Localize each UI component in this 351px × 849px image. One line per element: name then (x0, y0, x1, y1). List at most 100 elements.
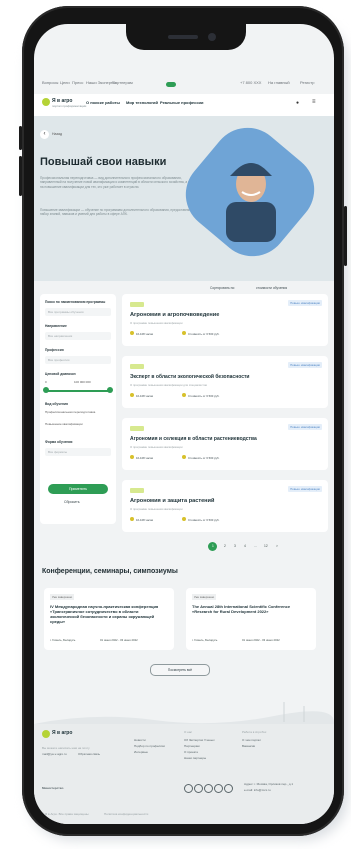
course-type-tag: Повыш. квалификации (288, 300, 322, 306)
topbar-link[interactable]: На главный (268, 80, 290, 85)
nav-item[interactable]: Мир технологий (126, 100, 158, 105)
logo-icon[interactable] (42, 98, 50, 106)
course-title[interactable]: Агрономия и защита растений (130, 498, 214, 504)
reset-button[interactable]: Сбросить (64, 500, 80, 504)
course-title[interactable]: Эксперт в области экологической безопасн… (130, 374, 250, 380)
course-subtitle: О программе повышения квалификации (130, 321, 183, 325)
phone-screen: Вопросы Цели Пресс Наши Эксперты Партнер… (34, 24, 334, 824)
form-select[interactable]: Все форматы (45, 448, 111, 456)
footer-link[interactable]: Интервью (134, 750, 148, 754)
nav-item[interactable]: О поиске работы (86, 100, 120, 105)
price-slider-min-handle[interactable] (43, 387, 49, 393)
logo-subtitle: портал профориентации (52, 104, 87, 108)
footer-link[interactable]: Об Экспертах Ученых (184, 738, 215, 742)
top-bar: Вопросы Цели Пресс Наши Эксперты Партнер… (34, 80, 334, 90)
price-icon (182, 517, 186, 521)
course-card[interactable]: Повыш. квалификации Эксперт в области эк… (122, 356, 328, 408)
ok-icon[interactable] (214, 784, 223, 793)
nav-item[interactable]: Реальные профессии (160, 100, 203, 105)
course-card[interactable]: Повыш. квалификации Агрономия и агропочв… (122, 294, 328, 346)
filter-label: Вид обучения (45, 402, 68, 406)
edu-type-checkbox[interactable]: Повышение квалификации (45, 422, 83, 426)
page-button[interactable]: 12 (264, 544, 268, 548)
page-button[interactable]: 2 (224, 544, 226, 548)
youtube-icon[interactable] (204, 784, 213, 793)
topbar-phone[interactable]: +7 800 XXX (240, 80, 261, 85)
price-slider-max-handle[interactable] (107, 387, 113, 393)
conference-card[interactable]: Уже завершено The Annual 28th Internatio… (186, 588, 316, 650)
page-button[interactable]: 4 (244, 544, 246, 548)
back-label[interactable]: Назад (52, 132, 62, 136)
course-title[interactable]: Агрономия и селекция в области растениев… (130, 436, 257, 442)
conference-title[interactable]: IV Международная научно-практическая кон… (50, 604, 168, 624)
conference-title[interactable]: The Annual 28th International Scientific… (192, 604, 310, 614)
filter-label: Профессия (45, 348, 64, 352)
course-card[interactable]: Повыш. квалификации Агрономия и селекция… (122, 418, 328, 470)
course-type-tag: Повыш. квалификации (288, 486, 322, 492)
course-subtitle: О программе повышения квалификации (130, 507, 183, 511)
footer-link[interactable]: Наши партнеры (184, 756, 206, 760)
footer-col-head: О нас (184, 730, 192, 734)
topbar-link[interactable]: Цели (60, 80, 70, 85)
page-button-current[interactable]: 1 (208, 542, 217, 551)
course-duration: 16-108 часов (136, 394, 153, 398)
page-title: Повышай свои навыки (40, 156, 167, 168)
course-duration: 16-108 часов (136, 332, 153, 336)
filters-panel: Поиск по наименованию программы Все прог… (40, 294, 116, 524)
profession-select[interactable]: Все профессии (45, 356, 111, 364)
footer-link[interactable]: Партнерам (184, 744, 200, 748)
conference-status-tag: Уже завершено (192, 594, 217, 600)
dzen-icon[interactable] (224, 784, 233, 793)
telegram-icon[interactable] (194, 784, 203, 793)
footer-site: e-mail: info@mcx.ru (244, 788, 271, 792)
price-from[interactable]: 0 (45, 380, 47, 384)
topbar-register[interactable]: Регистр (300, 80, 314, 85)
price-slider-track[interactable] (45, 390, 111, 392)
footer-link[interactable]: Вакансии (242, 744, 255, 748)
course-duration: 16-108 часов (136, 456, 153, 460)
program-search-input[interactable]: Все программы обучения (45, 308, 111, 316)
course-subtitle: О программе повышения квалификации (130, 445, 183, 449)
user-icon[interactable]: ● (296, 100, 299, 106)
conference-dates: 01 июня 2022 - 03 июня 2022 (100, 638, 138, 642)
topbar-link[interactable]: Вопросы (42, 80, 58, 85)
clock-icon (130, 393, 134, 397)
phone-volume-button (19, 156, 22, 196)
edu-type-checkbox[interactable]: Профессиональная переподготовка (45, 410, 95, 414)
provider-logo (130, 488, 144, 493)
feedback-link[interactable]: Обратная связь (78, 752, 100, 756)
direction-select[interactable]: Все направления (45, 332, 111, 340)
topbar-link[interactable]: Пресс (72, 80, 83, 85)
filter-label: Направление (45, 324, 67, 328)
conference-card[interactable]: Уже завершено IV Международная научно-пр… (44, 588, 174, 650)
topbar-link[interactable]: Партнерам (112, 80, 133, 85)
page-button[interactable]: 3 (234, 544, 236, 548)
footer-link[interactable]: О чем портал (242, 738, 261, 742)
back-arrow-icon[interactable]: ‹ (40, 130, 49, 139)
next-page-icon[interactable]: > (276, 544, 278, 548)
show-all-button[interactable]: Посмотреть всё (150, 664, 210, 676)
course-price: Стоимость от 6 500 руб. (188, 518, 220, 522)
worker-photo (226, 163, 276, 242)
vk-icon[interactable] (184, 784, 193, 793)
price-to[interactable]: 100 000 000 (74, 380, 91, 384)
theme-toggle[interactable] (166, 82, 176, 87)
footer-address: Адрес: г. Москва, Орликов пер., д.1 (244, 782, 294, 786)
footer-link[interactable]: О проекте (184, 750, 198, 754)
provider-logo (130, 426, 144, 431)
course-type-tag: Повыш. квалификации (288, 362, 322, 368)
menu-icon[interactable]: ≡ (312, 99, 316, 105)
privacy-link[interactable]: Политика конфиденциальности (104, 812, 148, 816)
course-card[interactable]: Повыш. квалификации Агрономия и защита р… (122, 480, 328, 532)
footer-logo-title[interactable]: Я в агро (52, 730, 72, 736)
apply-button[interactable]: Применить (48, 484, 108, 494)
conference-status-tag: Уже завершено (50, 594, 75, 600)
footer-link[interactable]: Подбор по профессии (134, 744, 165, 748)
footer-link[interactable]: Новости (134, 738, 146, 742)
footer-logo-icon[interactable] (42, 730, 50, 738)
sort-select[interactable]: стоимости обучения (256, 286, 287, 290)
site-header: Я в агро портал профориентации О поиске … (34, 82, 334, 116)
course-title[interactable]: Агрономия и агропочвоведение (130, 312, 219, 318)
footer-email[interactable]: mail@ya-v-agro.ru (42, 752, 67, 756)
conference-place: г. Гомель, Беларусь (50, 638, 76, 642)
